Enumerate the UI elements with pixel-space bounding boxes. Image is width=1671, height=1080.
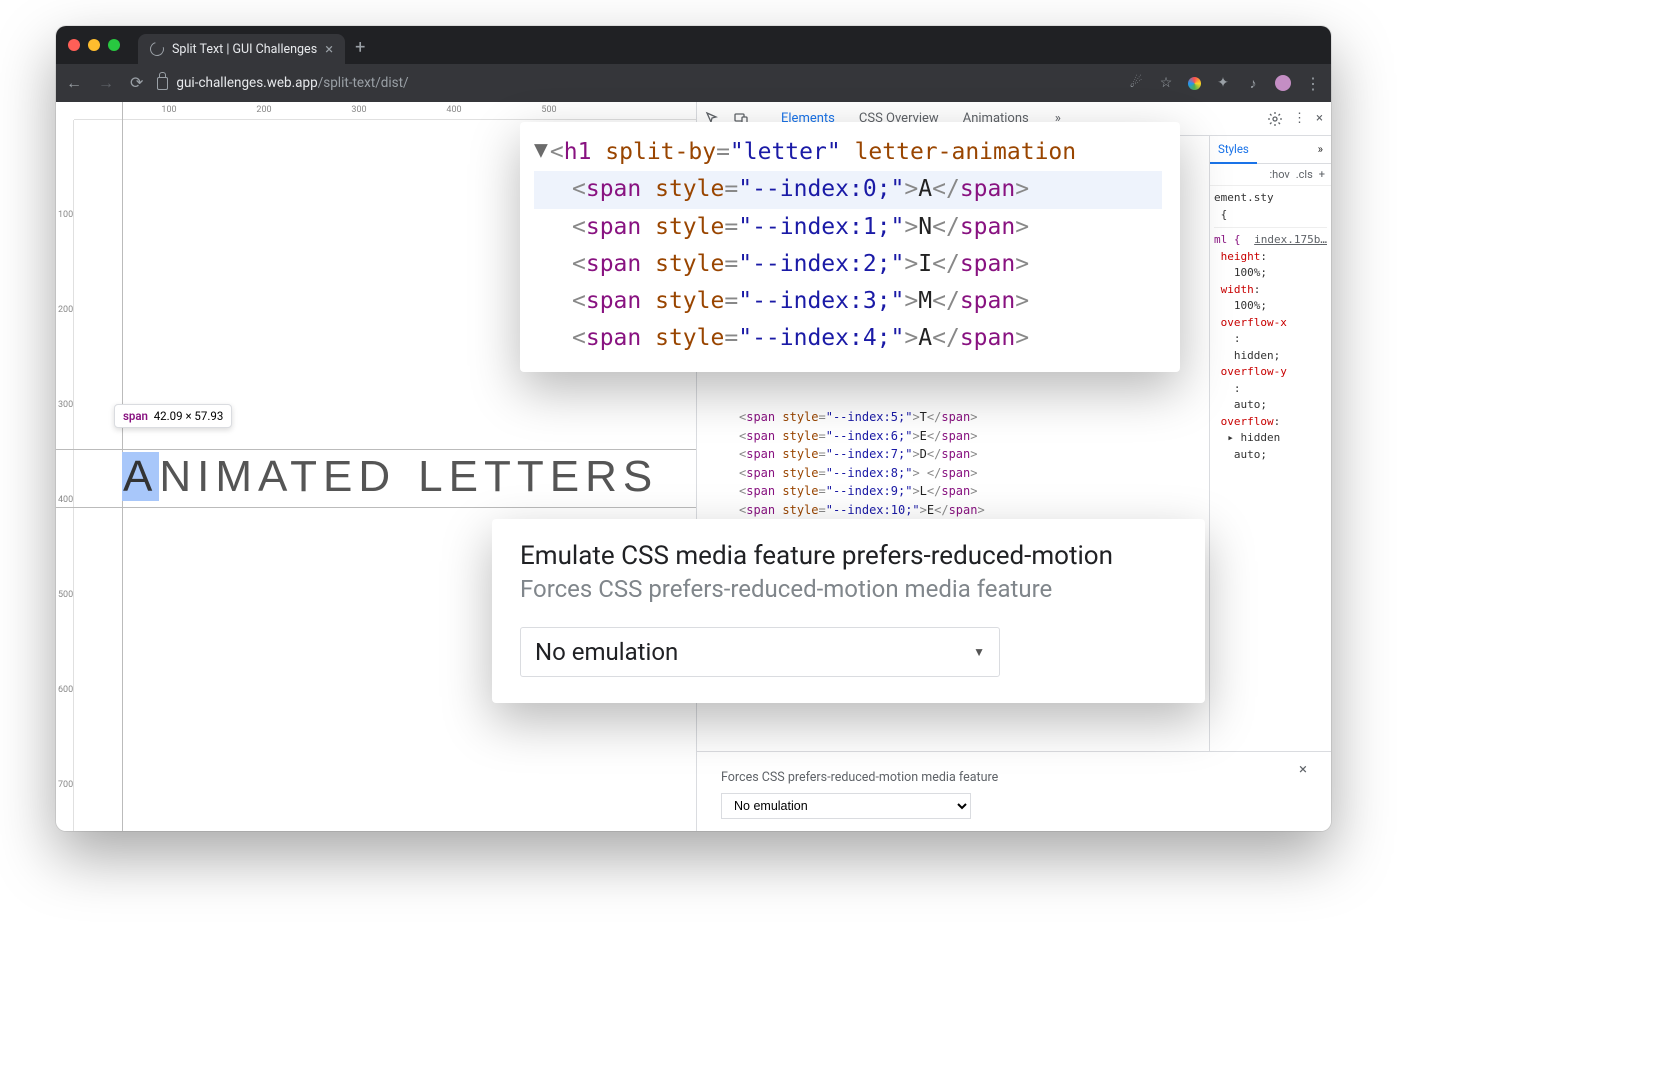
dom-node[interactable]: <span style="--index:5;">T</span> bbox=[697, 408, 1209, 427]
inspect-tooltip: span 42.09 × 57.93 bbox=[114, 404, 232, 428]
tab-close-icon[interactable]: × bbox=[325, 40, 333, 58]
kebab-icon[interactable]: ⋮ bbox=[1293, 111, 1306, 126]
lock-icon bbox=[157, 77, 168, 90]
page-heading: ANIMATEDLETTERS bbox=[122, 452, 658, 502]
guide-line bbox=[56, 449, 696, 450]
toolbar-icons bbox=[1128, 75, 1321, 91]
media-icon[interactable] bbox=[1245, 75, 1261, 91]
extension-color-icon[interactable] bbox=[1188, 77, 1201, 90]
url-host: gui-challenges.web.app bbox=[176, 75, 317, 91]
address-bar: ← → ⟳ gui-challenges.web.app/split-text/… bbox=[56, 64, 1331, 102]
minimize-icon[interactable] bbox=[88, 39, 100, 51]
dom-node[interactable]: <span style="--index:10;">E</span> bbox=[697, 501, 1209, 520]
rendering-subtitle: Forces CSS prefers-reduced-motion media … bbox=[520, 575, 1177, 603]
rendering-title: Emulate CSS media feature prefers-reduce… bbox=[520, 541, 1177, 571]
ruler-vertical: 100200300400500600700800 bbox=[56, 120, 74, 831]
tooltip-tag: span bbox=[123, 409, 148, 423]
more-styles-tabs-icon[interactable]: » bbox=[1310, 136, 1331, 163]
styles-tab[interactable]: Styles bbox=[1210, 136, 1257, 164]
guide-line bbox=[56, 507, 696, 508]
styles-panel[interactable]: Styles » :hov .cls + ement.sty { index.1… bbox=[1209, 136, 1331, 751]
drawer-subtitle: Forces CSS prefers-reduced-motion media … bbox=[721, 770, 1307, 785]
prefers-reduced-motion-select[interactable]: No emulation bbox=[721, 793, 971, 819]
devtools-close-icon[interactable]: × bbox=[1316, 111, 1323, 126]
source-link[interactable]: index.175b… bbox=[1254, 232, 1327, 249]
omnibox[interactable]: gui-challenges.web.app/split-text/dist/ bbox=[157, 75, 1114, 91]
url-path: /split-text/dist/ bbox=[318, 75, 409, 91]
dom-node[interactable]: <span style="--index:7;">D</span> bbox=[697, 445, 1209, 464]
tab-strip: Split Text | GUI Challenges × + bbox=[56, 26, 1331, 64]
drawer-close-icon[interactable]: × bbox=[1299, 760, 1307, 778]
back-button[interactable]: ← bbox=[66, 73, 82, 93]
menu-icon[interactable] bbox=[1305, 75, 1321, 91]
extensions-icon[interactable] bbox=[1215, 75, 1231, 91]
rendering-drawer: × Forces CSS prefers-reduced-motion medi… bbox=[697, 751, 1331, 831]
tooltip-dims: 42.09 × 57.93 bbox=[154, 409, 224, 423]
browser-tab[interactable]: Split Text | GUI Challenges × bbox=[138, 34, 345, 64]
window-controls bbox=[68, 39, 120, 51]
ruler-horizontal: 100200300400500 bbox=[74, 102, 696, 120]
rendering-select[interactable]: No emulation bbox=[520, 627, 1000, 677]
dom-node[interactable]: <span style="--index:9;">L</span> bbox=[697, 482, 1209, 501]
style-rules: ement.sty { index.175b… ml { height: 100… bbox=[1210, 186, 1331, 467]
dom-node[interactable]: <span style="--index:8;"> </span> bbox=[697, 464, 1209, 483]
bookmark-icon[interactable] bbox=[1158, 75, 1174, 91]
forward-button[interactable]: → bbox=[98, 73, 114, 93]
dom-node[interactable]: <span style="--index:6;">E</span> bbox=[697, 427, 1209, 446]
settings-icon[interactable] bbox=[1267, 111, 1283, 127]
zoom-elements-callout: ▼<h1 split-by="letter" letter-animation … bbox=[520, 122, 1180, 372]
new-rule-button[interactable]: + bbox=[1319, 168, 1325, 181]
tab-title: Split Text | GUI Challenges bbox=[172, 42, 317, 57]
maximize-icon[interactable] bbox=[108, 39, 120, 51]
reload-button[interactable]: ⟳ bbox=[130, 73, 143, 93]
close-icon[interactable] bbox=[68, 39, 80, 51]
profile-avatar[interactable] bbox=[1275, 75, 1291, 91]
cls-toggle[interactable]: .cls bbox=[1296, 168, 1313, 181]
favicon-icon bbox=[147, 39, 166, 58]
translate-icon[interactable] bbox=[1128, 75, 1144, 91]
hov-toggle[interactable]: :hov bbox=[1269, 168, 1289, 181]
new-tab-button[interactable]: + bbox=[355, 37, 365, 58]
zoom-rendering-callout: Emulate CSS media feature prefers-reduce… bbox=[492, 519, 1205, 703]
